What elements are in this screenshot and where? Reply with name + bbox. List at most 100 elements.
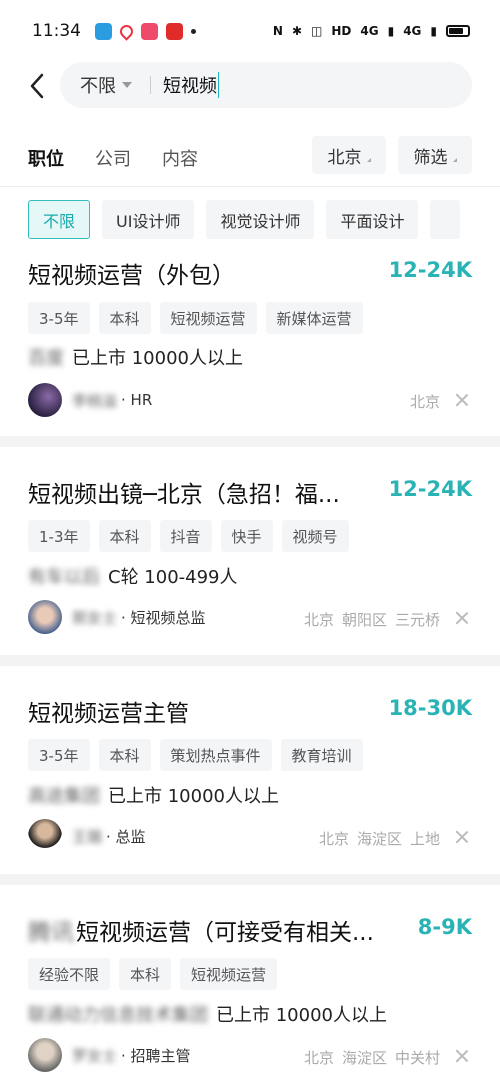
job-tag: 本科 [98, 739, 151, 771]
company-info: 联通动力信息技术集团 已上市 10000人以上 [28, 1001, 387, 1027]
recruiter-info: 罗女士 · 招聘主管 [28, 1038, 191, 1072]
recruiter-info: 郭女士 · 短视频总监 [28, 600, 206, 634]
location-city: 北京 [409, 393, 440, 411]
company-name: 有车以后 [28, 567, 100, 588]
signal-1-label: 4G [360, 24, 379, 38]
search-scope-dropdown[interactable]: 不限 [80, 72, 132, 98]
company-info: 有车以后 C轮 100-499人 [28, 563, 238, 589]
close-icon[interactable] [454, 392, 470, 408]
company-info: 百度 已上市 10000人以上 [28, 344, 243, 370]
avatar [28, 819, 62, 853]
job-tags: 3-5年 本科 策划热点事件 教育培训 [28, 739, 363, 771]
company-info: 高途集团 已上市 10000人以上 [28, 782, 279, 808]
location-area: 上地 [409, 830, 440, 848]
recruiter-name: 王璐 [72, 827, 103, 846]
recruiter-info: 李桃溢 · HR [28, 383, 152, 417]
job-card[interactable]: 短视频出镜─北京（急招！福... 12-24K 1-3年 本科 抖音 快手 视频… [0, 447, 500, 655]
chip-graphic-design[interactable]: 平面设计 [326, 200, 419, 239]
status-notifications [95, 21, 196, 41]
job-tag: 新媒体运营 [265, 302, 363, 334]
recruiter-role: · 招聘主管 [121, 1046, 191, 1065]
recruiter-info: 王璐 · 总监 [28, 819, 146, 853]
recruiter-name: 郭女士 [72, 608, 118, 627]
company-name: 百度 [28, 348, 64, 369]
signal-2-icon: ▮ [430, 24, 437, 38]
card-separator [0, 436, 500, 447]
more-notifications-icon [191, 28, 196, 34]
search-divider [150, 76, 151, 94]
job-tag: 视频号 [281, 520, 349, 552]
job-tag: 3-5年 [28, 302, 90, 334]
status-indicators: N ✱ ◫ HD 4G ▮ 4G ▮ [273, 24, 470, 38]
chip-visual-designer[interactable]: 视觉设计师 [206, 200, 315, 239]
job-tag: 本科 [98, 302, 151, 334]
recruiter-role: · HR [121, 391, 153, 409]
back-button[interactable] [24, 70, 50, 102]
chip-any[interactable]: 不限 [28, 200, 91, 239]
tab-companies[interactable]: 公司 [95, 145, 131, 171]
video-app-icon [141, 22, 158, 40]
chevron-left-icon [30, 73, 44, 99]
close-icon[interactable] [454, 829, 470, 845]
job-salary: 12-24K [388, 258, 472, 282]
job-tag: 短视频运营 [159, 302, 257, 334]
corner-caret-icon [366, 158, 371, 162]
job-salary: 18-30K [388, 696, 472, 720]
close-icon[interactable] [454, 1048, 470, 1064]
job-tag: 抖音 [159, 520, 212, 552]
city-filter-label: 北京 [327, 147, 362, 168]
signal-1-icon: ▮ [387, 24, 395, 38]
vibrate-icon: ◫ [311, 24, 323, 38]
location-area: 三元桥 [394, 611, 440, 629]
job-tag: 本科 [119, 958, 172, 990]
job-location: 北京 海淀区 上地 [319, 828, 440, 849]
tab-content[interactable]: 内容 [162, 145, 198, 171]
job-title: 短视频出镜─北京（急招！福... [28, 482, 340, 508]
job-tag: 短视频运营 [180, 958, 278, 990]
avatar [28, 1038, 62, 1072]
avatar [28, 383, 62, 417]
job-tag: 教育培训 [280, 739, 363, 771]
location-city: 北京 [318, 830, 349, 848]
location-city: 北京 [303, 611, 334, 629]
company-details: 已上市 10000人以上 [108, 786, 279, 807]
filter-button[interactable]: 筛选 [398, 136, 472, 174]
location-district: 海淀区 [356, 830, 402, 848]
company-name: 高途集团 [28, 786, 100, 807]
job-salary: 12-24K [388, 477, 472, 501]
filter-label: 筛选 [413, 147, 448, 168]
job-tag: 1-3年 [28, 520, 90, 552]
recruiter-role: · 总监 [106, 827, 146, 846]
search-input[interactable]: 短视频 [163, 72, 219, 98]
signal-2-label: 4G [403, 24, 422, 38]
caret-down-icon [122, 82, 132, 88]
status-time: 11:34 [32, 21, 81, 41]
recruiter-role: · 短视频总监 [121, 608, 206, 627]
job-card[interactable]: 短视频运营主管 18-30K 3-5年 本科 策划热点事件 教育培训 高途集团 … [0, 666, 500, 874]
card-separator [0, 655, 500, 666]
search-box[interactable]: 不限 短视频 [60, 62, 472, 108]
card-separator [0, 874, 500, 885]
nfc-icon: N [272, 24, 283, 38]
job-card[interactable]: 短视频运营（外包） 12-24K 3-5年 本科 短视频运营 新媒体运营 百度 … [0, 244, 500, 436]
location-area: 中关村 [394, 1049, 440, 1067]
search-scope-label: 不限 [80, 76, 116, 97]
job-card[interactable]: 腾讯短视频运营（可接受有相关... 8-9K 经验不限 本科 短视频运营 联通动… [0, 885, 500, 1083]
job-title: 短视频运营主管 [28, 701, 189, 727]
company-details: C轮 100-499人 [108, 567, 238, 588]
city-filter-button[interactable]: 北京 [312, 136, 386, 174]
search-row: 不限 短视频 [0, 62, 500, 110]
job-location: 北京 朝阳区 三元桥 [304, 609, 440, 630]
job-title: 短视频运营（外包） [28, 263, 235, 289]
location-district: 朝阳区 [341, 611, 387, 629]
job-tag: 策划热点事件 [159, 739, 272, 771]
close-icon[interactable] [454, 610, 470, 626]
chip-ui-designer[interactable]: UI设计师 [102, 200, 195, 239]
recruiter-name: 李桃溢 [72, 391, 118, 410]
job-tag: 经验不限 [28, 958, 111, 990]
bluetooth-icon: ✱ [291, 24, 303, 38]
chip-more[interactable] [430, 200, 461, 239]
job-title: 短视频运营（可接受有相关... [76, 920, 374, 946]
job-tag: 本科 [98, 520, 151, 552]
tab-positions[interactable]: 职位 [28, 145, 64, 171]
